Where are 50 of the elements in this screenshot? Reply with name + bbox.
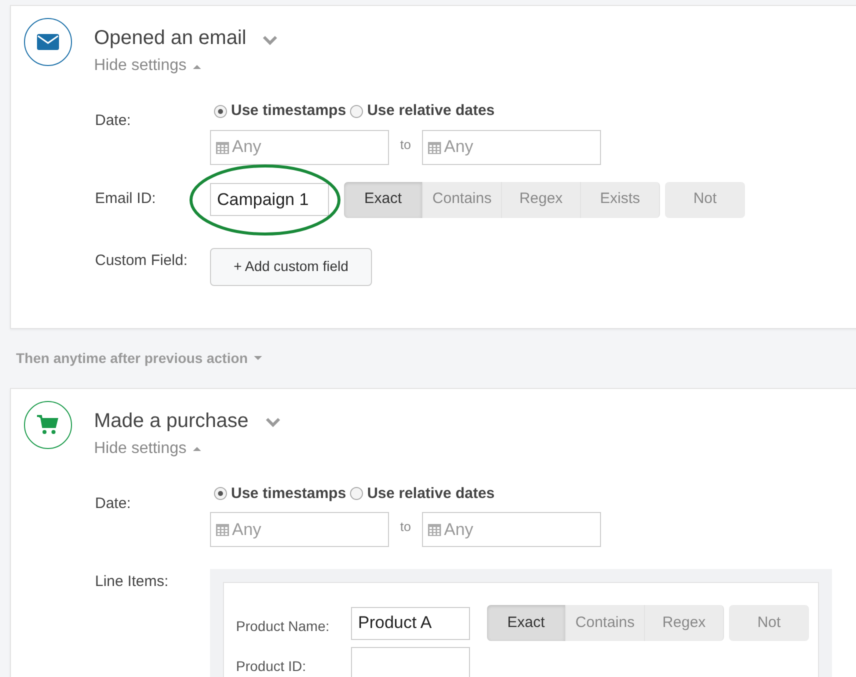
field-label: Date: [95, 111, 132, 131]
caret-down-icon [254, 356, 262, 360]
field-label: Custom Field: [95, 250, 189, 270]
calendar-icon [216, 140, 229, 154]
not-button[interactable]: Not [665, 182, 745, 218]
radio-label: Use timestamps [231, 484, 346, 504]
value-field[interactable]: Campaign 1 [210, 183, 329, 216]
settings-toggle[interactable]: Hide settings [94, 54, 200, 78]
chevron-down-icon[interactable] [264, 417, 281, 428]
radio-button[interactable] [350, 104, 364, 118]
radio-label: Use relative dates [367, 101, 495, 121]
calendar-icon [216, 523, 229, 536]
envelope-icon [37, 34, 59, 50]
radio-button[interactable] [214, 104, 227, 118]
radio-button[interactable] [350, 487, 364, 500]
radio-button[interactable] [214, 487, 227, 500]
shopping-cart-icon [37, 414, 59, 434]
radio-label: Use relative dates [367, 484, 495, 504]
caret-up-icon [192, 64, 200, 68]
date-field[interactable]: Any [210, 130, 389, 164]
value-field[interactable]: Product A [351, 606, 470, 640]
not-button[interactable]: Not [729, 605, 809, 641]
date-field[interactable]: Any [422, 512, 601, 547]
match-mode-button[interactable]: Exists [581, 182, 660, 218]
range-separator: to [399, 518, 412, 536]
date-field[interactable]: Any [210, 512, 389, 547]
match-mode-button[interactable]: Regex [502, 182, 581, 218]
step-title: Opened an email [94, 26, 246, 51]
calendar-icon [428, 140, 441, 154]
settings-toggle[interactable]: Hide settings [94, 436, 200, 460]
match-mode-button[interactable]: Exact [487, 605, 566, 641]
field-label: Email ID: [95, 189, 157, 210]
step-title: Made a purchase [94, 408, 249, 434]
match-mode-button[interactable]: Contains [566, 605, 645, 641]
match-mode-button[interactable]: Regex [645, 605, 724, 641]
caret-up-icon [192, 446, 200, 451]
match-mode-button[interactable]: Contains [423, 182, 502, 218]
chevron-down-icon[interactable] [262, 34, 278, 46]
field-label: Date: [95, 494, 132, 514]
connector-dropdown[interactable]: Then anytime after previous action [16, 348, 262, 368]
calendar-icon [428, 523, 441, 536]
radio-label: Use timestamps [231, 101, 346, 121]
add-custom-field-button[interactable]: + Add custom field [210, 248, 372, 286]
range-separator: to [399, 136, 412, 154]
field-label: Product ID: [236, 657, 308, 676]
field-label: Product Name: [236, 616, 330, 636]
match-mode-button[interactable]: Exact [344, 182, 423, 218]
field-label: Line Items: [95, 572, 170, 592]
value-field[interactable] [351, 647, 470, 677]
date-field[interactable]: Any [422, 130, 601, 164]
